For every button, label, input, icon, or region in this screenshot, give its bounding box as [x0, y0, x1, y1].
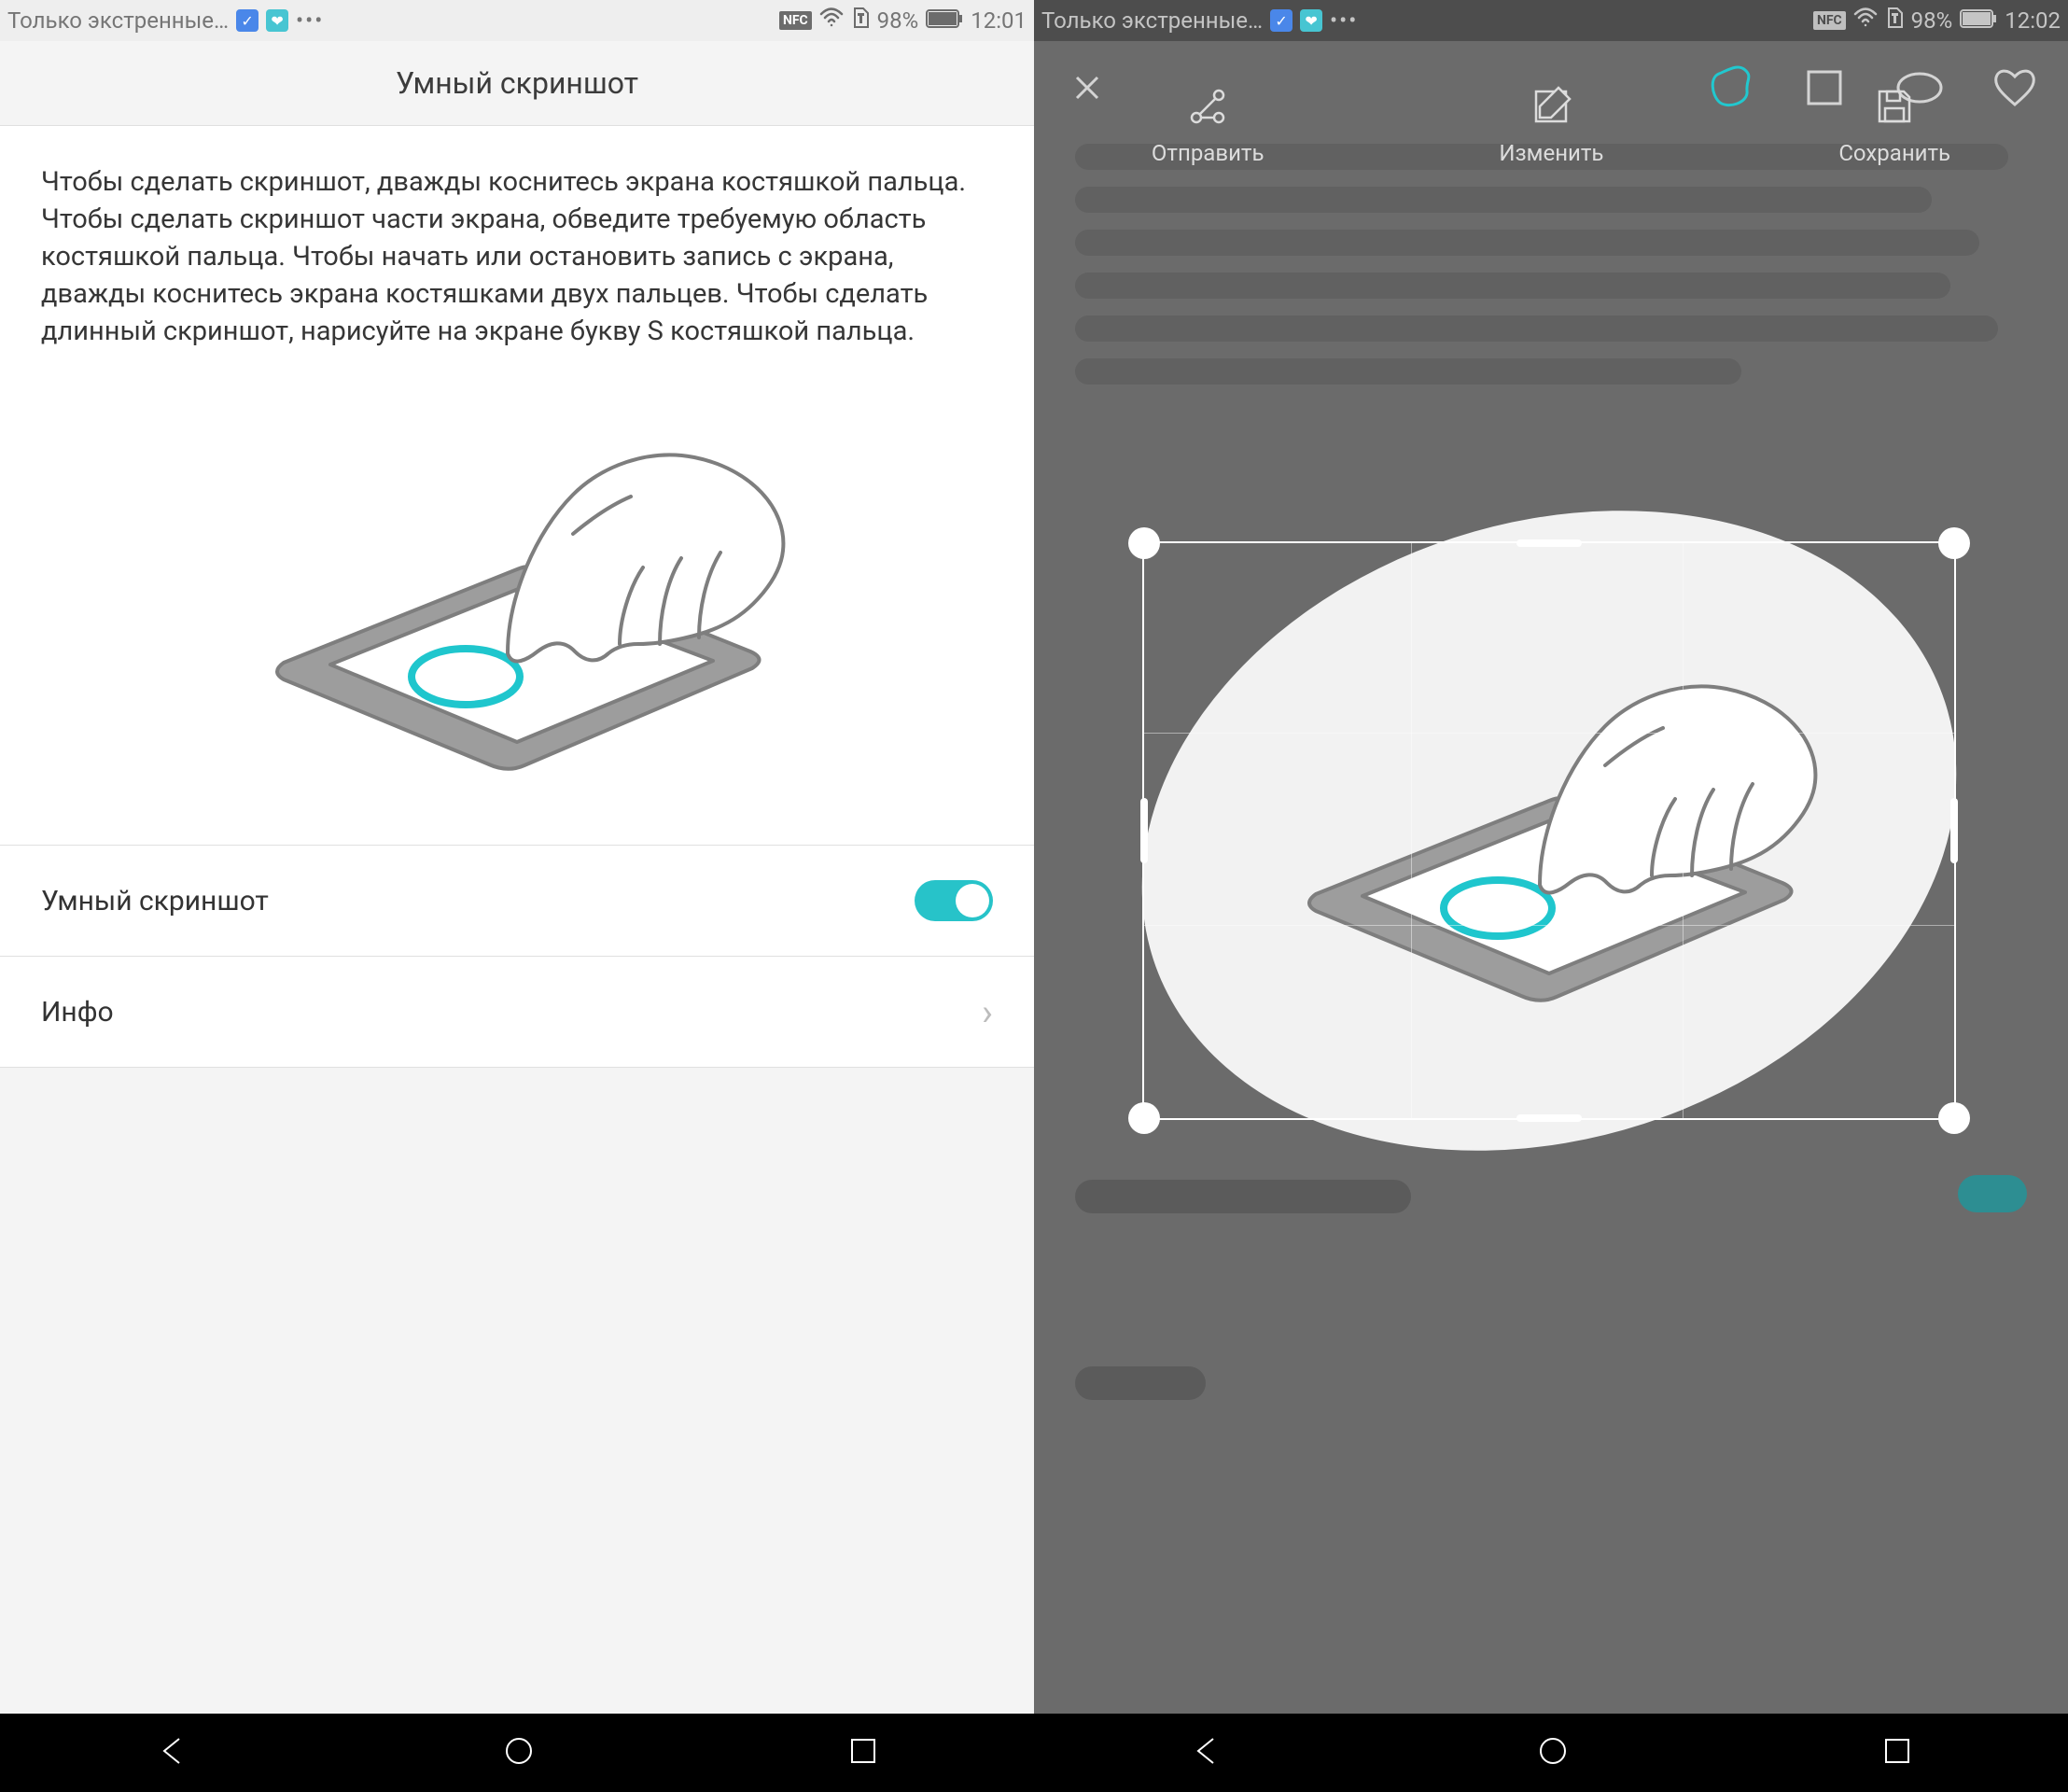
status-bar: Только экстренные… ✓ ❤ ••• NFC 98% 12:02 [1034, 0, 2068, 41]
settings-screen: Только экстренные… ✓ ❤ ••• NFC 98% 12:01 [0, 0, 1034, 1792]
action-bar: Отправить Изменить Сохранить [1034, 56, 2068, 196]
status-bar: Только экстренные… ✓ ❤ ••• NFC 98% 12:01 [0, 0, 1034, 41]
toggle-label: Умный скриншот [41, 885, 269, 917]
wifi-icon [819, 7, 844, 34]
android-nav-bar [0, 1714, 1034, 1792]
info-label: Инфо [41, 996, 114, 1029]
crop-handle-bl[interactable] [1128, 1102, 1160, 1134]
crop-handle-br[interactable] [1938, 1102, 1970, 1134]
crop-handle-tr[interactable] [1938, 527, 1970, 559]
note-icon: ❤ [1300, 9, 1322, 32]
smart-screenshot-toggle-row[interactable]: Умный скриншот [0, 845, 1034, 957]
nav-home-icon[interactable] [503, 1735, 535, 1771]
nfc-icon: NFC [779, 11, 812, 30]
android-nav-bar [1034, 1714, 2068, 1792]
nav-back-icon[interactable] [157, 1735, 189, 1771]
edit-button[interactable]: Изменить [1499, 86, 1603, 166]
crop-handle-bottom[interactable] [1516, 1114, 1582, 1122]
chevron-right-icon: › [982, 990, 993, 1034]
share-label: Отправить [1152, 140, 1265, 166]
battery-text: 98% [877, 7, 919, 34]
description-text: Чтобы сделать скриншот, дважды коснитесь… [0, 126, 1034, 350]
carrier-text: Только экстренные… [7, 7, 229, 34]
crop-handle-right[interactable] [1950, 798, 1958, 863]
crop-handle-top[interactable] [1516, 539, 1582, 547]
battery-icon [1960, 7, 1997, 34]
screenshot-crop-screen: Только экстренные… ✓ ❤ ••• NFC 98% 12:02 [1034, 0, 2068, 1792]
knuckle-illustration [0, 350, 1034, 845]
note-icon: ❤ [266, 9, 288, 32]
more-icon: ••• [1330, 7, 1358, 34]
clock-text: 12:02 [2005, 7, 2061, 34]
check-icon: ✓ [1270, 9, 1292, 32]
save-label: Сохранить [1838, 140, 1950, 166]
wifi-icon [1853, 7, 1878, 34]
crop-handle-left[interactable] [1140, 798, 1148, 863]
save-button[interactable]: Сохранить [1838, 86, 1950, 166]
crop-handle-tl[interactable] [1128, 527, 1160, 559]
info-row[interactable]: Инфо › [0, 956, 1034, 1068]
edit-label: Изменить [1499, 140, 1603, 166]
crop-rectangle[interactable] [1142, 541, 1956, 1120]
nfc-icon: NFC [1813, 11, 1846, 30]
more-icon: ••• [296, 7, 324, 34]
toggle-switch[interactable] [915, 880, 993, 921]
description-panel: Чтобы сделать скриншот, дважды коснитесь… [0, 125, 1034, 846]
battery-icon [926, 7, 963, 34]
nav-recent-icon[interactable] [1883, 1737, 1911, 1769]
nav-back-icon[interactable] [1191, 1735, 1223, 1771]
nav-recent-icon[interactable] [849, 1737, 877, 1769]
sim-icon [851, 7, 870, 35]
nav-home-icon[interactable] [1537, 1735, 1569, 1771]
crop-region[interactable] [1142, 541, 1956, 1120]
page-title: Умный скриншот [0, 41, 1034, 125]
sim-icon [1885, 7, 1904, 35]
carrier-text: Только экстренные… [1041, 7, 1263, 34]
battery-text: 98% [1911, 7, 1953, 34]
share-button[interactable]: Отправить [1152, 86, 1265, 166]
check-icon: ✓ [236, 9, 258, 32]
clock-text: 12:01 [971, 7, 1027, 34]
